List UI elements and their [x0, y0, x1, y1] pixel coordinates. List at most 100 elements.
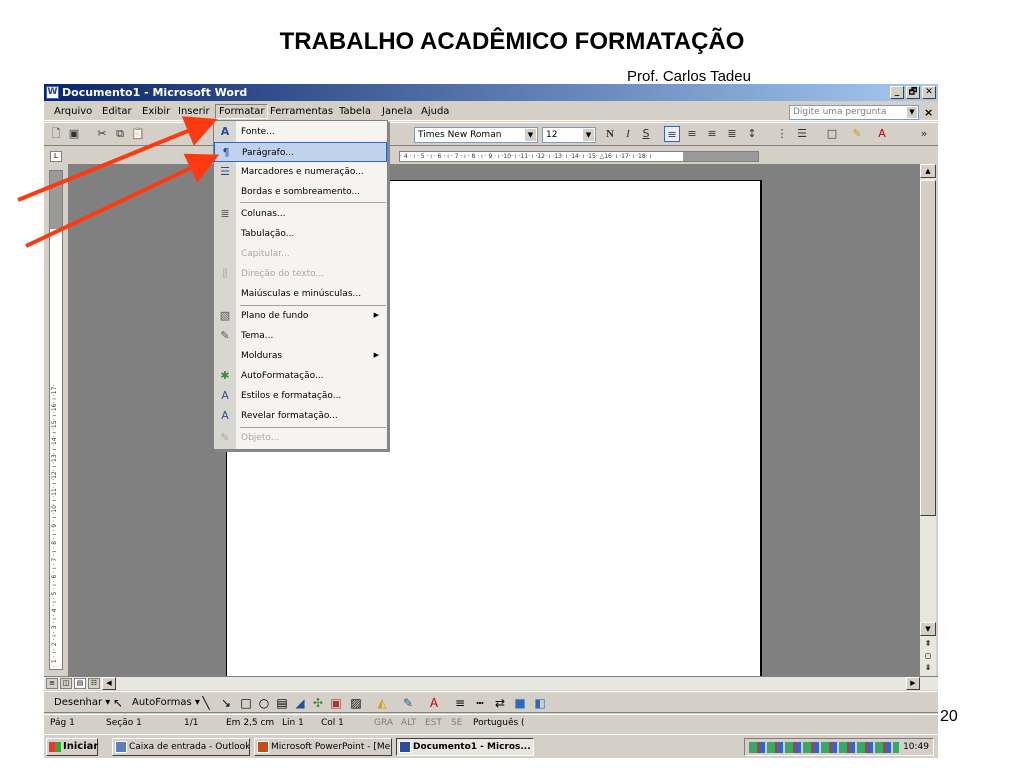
- draw-menu-button[interactable]: Desenhar ▾: [54, 697, 110, 708]
- align-left-icon[interactable]: ≡: [664, 126, 680, 142]
- scroll-right-icon[interactable]: ▶: [906, 677, 920, 690]
- outline-view-icon[interactable]: ☷: [88, 678, 100, 689]
- minimize-button[interactable]: _: [890, 86, 904, 99]
- underline-button[interactable]: S: [638, 126, 654, 142]
- font-color-icon[interactable]: A: [874, 126, 890, 142]
- document-close-icon[interactable]: ×: [924, 106, 933, 119]
- vertical-scrollbar[interactable]: ▲ ▼ ⇞ ○ ⇟: [920, 164, 936, 676]
- shadow-style-icon[interactable]: ■: [512, 695, 528, 711]
- menu-tabela[interactable]: Tabela: [339, 106, 371, 117]
- justify-icon[interactable]: ≣: [724, 126, 740, 142]
- previous-page-icon[interactable]: ⇞: [920, 638, 936, 650]
- menu-janela[interactable]: Janela: [382, 106, 412, 117]
- insert-picture-icon[interactable]: ▨: [348, 695, 364, 711]
- line-icon[interactable]: ╲: [198, 695, 214, 711]
- toolbar-options-icon[interactable]: »: [916, 126, 932, 142]
- select-pointer-icon[interactable]: ↖: [110, 695, 126, 711]
- status-ovr[interactable]: SE: [451, 718, 462, 728]
- menu-arquivo[interactable]: Arquivo: [54, 106, 92, 117]
- line-spacing-icon[interactable]: ↕: [744, 126, 760, 142]
- ask-question-box[interactable]: Digite uma pergunta ▼: [789, 105, 919, 120]
- chevron-down-icon[interactable]: ▼: [583, 129, 594, 141]
- rectangle-icon[interactable]: □: [238, 695, 254, 711]
- font-color-icon[interactable]: A: [426, 695, 442, 711]
- line-style-icon[interactable]: ≡: [452, 695, 468, 711]
- clip-art-icon[interactable]: ▣: [328, 695, 344, 711]
- menu-ferramentas[interactable]: Ferramentas: [270, 106, 333, 117]
- vertical-ruler[interactable]: · 1 · ı · 2 · ı · 3 · ı · 4 · ı · 5 · ı …: [49, 170, 63, 670]
- line-color-icon[interactable]: ✎: [400, 695, 416, 711]
- taskbar-item-outlook[interactable]: Caixa de entrada - Outlook...: [112, 738, 250, 756]
- diagram-icon[interactable]: ✣: [310, 695, 326, 711]
- close-button[interactable]: ✕: [922, 86, 936, 99]
- wordart-icon[interactable]: ◢: [292, 695, 308, 711]
- menu-item-tabulacao[interactable]: Tabulação...: [214, 224, 387, 244]
- copy-icon[interactable]: ⧉: [112, 126, 128, 142]
- menu-item-paragrafo[interactable]: ¶ Parágrafo...: [214, 142, 387, 162]
- menu-ajuda[interactable]: Ajuda: [421, 106, 449, 117]
- scroll-up-icon[interactable]: ▲: [920, 164, 936, 178]
- menu-editar[interactable]: Editar: [102, 106, 132, 117]
- bullets-icon[interactable]: ☰: [794, 126, 810, 142]
- align-right-icon[interactable]: ≡: [704, 126, 720, 142]
- oval-icon[interactable]: ○: [256, 695, 272, 711]
- menu-item-bordas[interactable]: Bordas e sombreamento...: [214, 182, 387, 202]
- horizontal-scrollbar[interactable]: ≡ ◫ ▤ ☷ ◀ ▶: [44, 676, 938, 690]
- menu-item-tema[interactable]: ✎ Tema...: [214, 326, 387, 346]
- font-name-combo[interactable]: Times New Roman ▼: [414, 127, 538, 143]
- taskbar-item-powerpoint[interactable]: Microsoft PowerPoint - [Me...: [254, 738, 392, 756]
- align-center-icon[interactable]: ≡: [684, 126, 700, 142]
- horizontal-ruler[interactable]: · 4 · ı · 5 · ı · 6 · ı · 7 · ı · 8 · ı …: [399, 151, 759, 162]
- status-rec[interactable]: GRA: [374, 718, 393, 728]
- menu-item-plano-fundo[interactable]: ▧ Plano de fundo ▶: [214, 306, 387, 326]
- numbering-icon[interactable]: ⋮: [774, 126, 790, 142]
- tab-selector-icon[interactable]: L: [50, 151, 62, 162]
- web-view-icon[interactable]: ◫: [60, 678, 72, 689]
- chevron-down-icon[interactable]: ▼: [525, 129, 536, 141]
- menu-item-estilos[interactable]: A Estilos e formatação...: [214, 386, 387, 406]
- tray-icons[interactable]: [749, 742, 899, 753]
- window-titlebar[interactable]: W Documento1 - Microsoft Word _ 🗗 ✕: [44, 84, 938, 101]
- save-icon[interactable]: ▣: [66, 126, 82, 142]
- scroll-left-icon[interactable]: ◀: [102, 677, 116, 690]
- italic-button[interactable]: I: [620, 126, 636, 142]
- menu-formatar[interactable]: Formatar: [215, 104, 269, 119]
- scroll-thumb[interactable]: [920, 180, 936, 516]
- bold-button[interactable]: N: [602, 126, 618, 142]
- start-button[interactable]: Iniciar: [46, 738, 98, 756]
- restore-button[interactable]: 🗗: [906, 86, 920, 99]
- status-trk[interactable]: ALT: [401, 718, 416, 728]
- cut-icon[interactable]: ✂: [94, 126, 110, 142]
- fill-color-icon[interactable]: ◭: [374, 695, 390, 711]
- menu-item-revelar[interactable]: A Revelar formatação...: [214, 406, 387, 426]
- menu-item-autoformatacao[interactable]: ✱ AutoFormatação...: [214, 366, 387, 386]
- text-box-icon[interactable]: ▤: [274, 695, 290, 711]
- font-size-combo[interactable]: 12 ▼: [542, 127, 596, 143]
- normal-view-icon[interactable]: ≡: [46, 678, 58, 689]
- autoshapes-menu-button[interactable]: AutoFormas ▾: [132, 697, 200, 708]
- new-document-icon[interactable]: 🗋: [48, 126, 64, 142]
- taskbar-item-word[interactable]: Documento1 - Micros...: [396, 738, 534, 756]
- ask-dropdown-icon[interactable]: ▼: [907, 107, 917, 118]
- print-view-icon[interactable]: ▤: [74, 678, 86, 689]
- highlight-icon[interactable]: ✎: [849, 126, 865, 142]
- menu-item-label: Estilos e formatação...: [241, 391, 342, 401]
- select-browse-object-icon[interactable]: ○: [920, 650, 936, 662]
- menu-item-molduras[interactable]: Molduras ▶: [214, 346, 387, 366]
- status-ext[interactable]: EST: [425, 718, 442, 728]
- menu-item-maiusculas[interactable]: Maiúsculas e minúsculas...: [214, 284, 387, 304]
- dash-style-icon[interactable]: ┅: [472, 695, 488, 711]
- menu-item-colunas[interactable]: ≣ Colunas...: [214, 204, 387, 224]
- next-page-icon[interactable]: ⇟: [920, 662, 936, 674]
- paste-icon[interactable]: 📋: [130, 126, 146, 142]
- scroll-down-icon[interactable]: ▼: [920, 622, 936, 636]
- arrow-style-icon[interactable]: ⇄: [492, 695, 508, 711]
- 3d-style-icon[interactable]: ◧: [532, 695, 548, 711]
- arrow-icon[interactable]: ↘: [218, 695, 234, 711]
- menu-item-fonte[interactable]: A Fonte...: [214, 122, 387, 142]
- menu-exibir[interactable]: Exibir: [142, 106, 170, 117]
- menu-item-marcadores[interactable]: ☰ Marcadores e numeração...: [214, 162, 387, 182]
- menu-inserir[interactable]: Inserir: [178, 106, 210, 117]
- border-icon[interactable]: □: [824, 126, 840, 142]
- bullets-icon: ☰: [220, 165, 230, 178]
